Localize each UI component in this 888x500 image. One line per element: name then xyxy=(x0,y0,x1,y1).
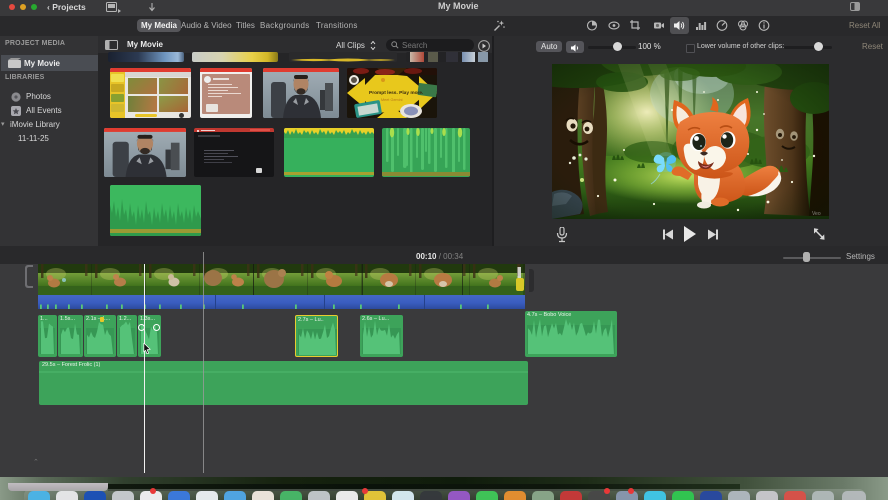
svg-text:Veo: Veo xyxy=(812,211,821,217)
